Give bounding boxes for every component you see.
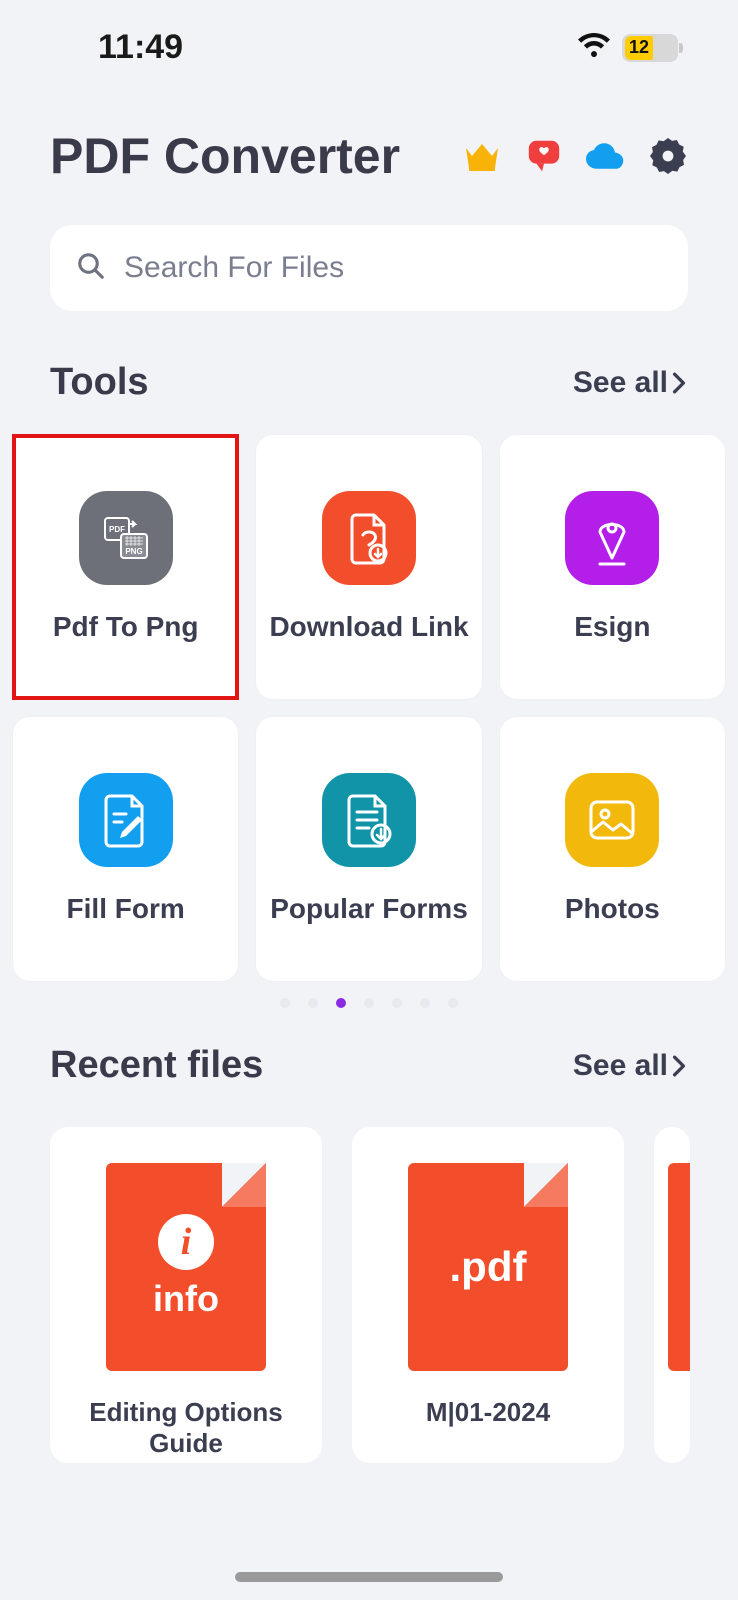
tool-label: Esign xyxy=(574,611,650,643)
battery-icon: 12 xyxy=(622,34,678,62)
download-link-icon xyxy=(322,491,416,585)
pagination-dots[interactable] xyxy=(0,982,738,1008)
heart-chat-icon[interactable] xyxy=(524,136,564,176)
svg-text:PDF: PDF xyxy=(109,525,125,534)
search-icon xyxy=(76,251,106,286)
cloud-icon[interactable] xyxy=(586,136,626,176)
info-icon: i xyxy=(158,1214,214,1270)
popular-forms-icon xyxy=(322,773,416,867)
tool-download-link[interactable]: Download Link xyxy=(255,434,482,700)
recent-header: Recent files See all xyxy=(0,1008,738,1087)
app-title: PDF Converter xyxy=(50,127,400,185)
page-dot xyxy=(280,998,290,1008)
tools-see-all[interactable]: See all xyxy=(573,366,688,400)
tools-header: Tools See all xyxy=(0,311,738,404)
page-dot xyxy=(364,998,374,1008)
pdf-to-png-icon: PDF PNG xyxy=(79,491,173,585)
status-right: 12 xyxy=(578,33,678,62)
page-dot xyxy=(420,998,430,1008)
page-dot xyxy=(392,998,402,1008)
tool-popular-forms[interactable]: Popular Forms xyxy=(255,716,482,982)
photos-icon xyxy=(565,773,659,867)
tools-title: Tools xyxy=(50,361,149,404)
header-actions xyxy=(462,136,688,176)
chevron-right-icon xyxy=(670,372,688,394)
tool-label: Fill Form xyxy=(67,893,185,925)
file-thumbnail-info: i info xyxy=(106,1163,266,1371)
search-placeholder: Search For Files xyxy=(124,251,344,285)
file-name: Editing Options Guide xyxy=(60,1397,312,1459)
home-indicator[interactable] xyxy=(235,1572,503,1582)
status-time: 11:49 xyxy=(98,28,183,67)
tool-label: Photos xyxy=(565,893,660,925)
tool-esign[interactable]: Esign xyxy=(499,434,726,700)
app-header: PDF Converter xyxy=(0,67,738,185)
tool-photos[interactable]: Photos xyxy=(499,716,726,982)
page-dot xyxy=(448,998,458,1008)
svg-text:PNG: PNG xyxy=(125,547,142,556)
esign-icon xyxy=(565,491,659,585)
recent-file-card[interactable]: i info Editing Options Guide xyxy=(50,1127,322,1463)
tool-pdf-to-png[interactable]: PDF PNG Pdf To Png xyxy=(12,434,239,700)
fill-form-icon xyxy=(79,773,173,867)
tools-grid: PDF PNG Pdf To Png Download Link Esign Fi… xyxy=(0,404,738,982)
status-bar: 11:49 12 xyxy=(0,0,738,67)
recent-files-row[interactable]: i info Editing Options Guide .pdf M|01-2… xyxy=(0,1087,738,1463)
file-thumbnail-pdf: .pdf xyxy=(408,1163,568,1371)
crown-icon[interactable] xyxy=(462,136,502,176)
recent-title: Recent files xyxy=(50,1044,263,1087)
recent-file-card[interactable]: .pdf M|01-2024 xyxy=(352,1127,624,1463)
tool-label: Pdf To Png xyxy=(53,611,199,643)
chevron-right-icon xyxy=(670,1055,688,1077)
page-dot-active xyxy=(336,998,346,1008)
file-thumbnail-pdf xyxy=(668,1163,690,1371)
tool-fill-form[interactable]: Fill Form xyxy=(12,716,239,982)
tool-label: Download Link xyxy=(269,611,468,643)
recent-see-all[interactable]: See all xyxy=(573,1049,688,1083)
settings-gear-icon[interactable] xyxy=(648,136,688,176)
wifi-icon xyxy=(578,33,610,62)
search-input[interactable]: Search For Files xyxy=(50,225,688,311)
page-dot xyxy=(308,998,318,1008)
recent-file-card-peek[interactable] xyxy=(654,1127,690,1463)
tool-label: Popular Forms xyxy=(270,893,468,925)
file-name: M|01-2024 xyxy=(426,1397,550,1428)
battery-level: 12 xyxy=(625,36,653,60)
